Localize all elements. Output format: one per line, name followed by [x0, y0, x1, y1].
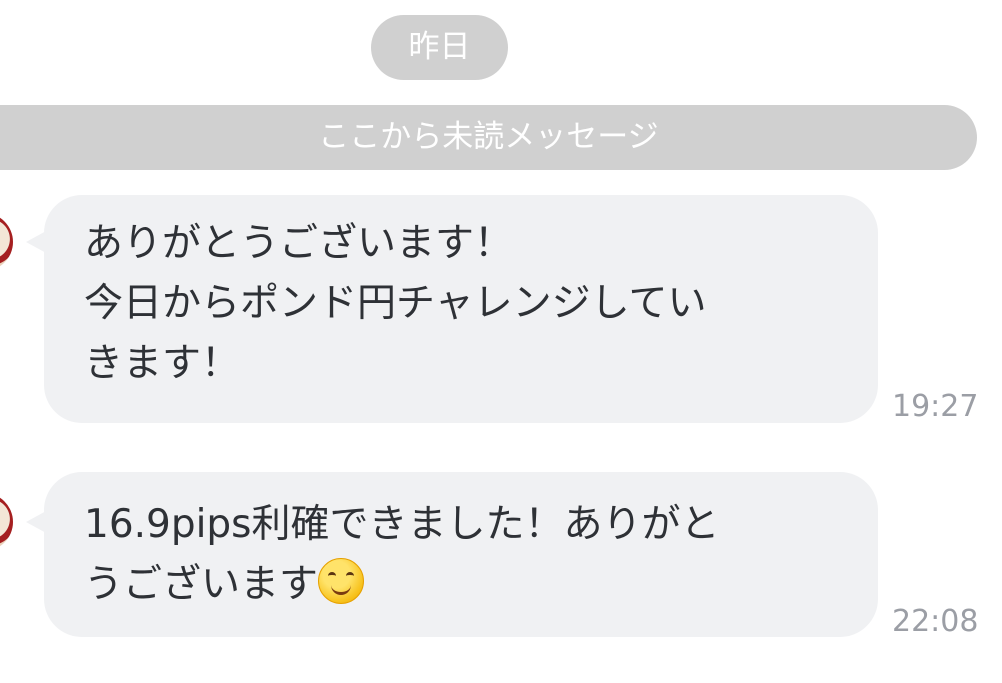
unread-messages-divider: ここから未読メッセージ [0, 105, 977, 170]
chat-view: 昨日 ここから未読メッセージ ありがとうございます！ 今日からポンド円チャレンジ… [0, 0, 1002, 683]
date-divider: 昨日 [371, 15, 508, 80]
message-line: 今日からポンド円チャレンジしてい [84, 281, 707, 326]
message-bubble[interactable]: 16.9pips利確できました！ありがと うございます [44, 472, 878, 637]
message-line: ありがとうございます！ [84, 221, 514, 266]
message-time: 22:08 [892, 604, 979, 639]
message-bubble[interactable]: ありがとうございます！ 今日からポンド円チャレンジしてい きます！ [44, 195, 878, 423]
message-line: きます！ [84, 341, 241, 386]
message-line: 16.9pips利確できました！ありがと [84, 502, 720, 547]
smiling-face-emoji-icon [318, 558, 365, 604]
message-time: 19:27 [892, 389, 979, 424]
avatar[interactable] [0, 493, 13, 551]
avatar[interactable] [0, 213, 13, 271]
message-line: うございます [84, 555, 838, 615]
message-line-text: うございます [84, 562, 319, 607]
